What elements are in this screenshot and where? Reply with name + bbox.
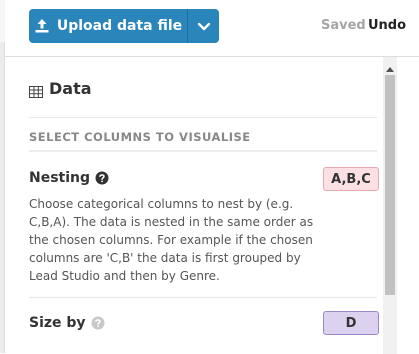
undo-button[interactable]: Undo bbox=[368, 18, 406, 33]
upload-button-group: Upload data file bbox=[29, 9, 219, 43]
size-by-label: Size by bbox=[29, 315, 105, 331]
upload-data-button[interactable]: Upload data file bbox=[29, 9, 187, 43]
vertical-scrollbar[interactable] bbox=[383, 57, 397, 354]
upload-button-label: Upload data file bbox=[56, 18, 183, 34]
nesting-description: Choose categorical columns to nest by (e… bbox=[29, 197, 314, 283]
upload-options-button[interactable] bbox=[187, 9, 219, 43]
chevron-down-icon bbox=[197, 17, 211, 36]
table-icon bbox=[29, 83, 43, 98]
data-panel: Data SELECT COLUMNS TO VISUALISE Nesting… bbox=[5, 56, 419, 354]
nesting-label: Nesting bbox=[29, 170, 109, 186]
size-by-column-chip[interactable]: D bbox=[323, 311, 379, 335]
help-icon[interactable] bbox=[95, 171, 109, 185]
help-icon[interactable] bbox=[91, 316, 105, 330]
saved-status: Saved bbox=[321, 18, 366, 33]
upload-icon bbox=[34, 18, 50, 34]
arrow-up-icon bbox=[386, 57, 394, 76]
top-toolbar: Upload data file Saved Undo bbox=[0, 0, 419, 52]
section-divider bbox=[29, 150, 377, 152]
section-title: SELECT COLUMNS TO VISUALISE bbox=[29, 130, 251, 144]
panel-title: Data bbox=[49, 79, 92, 98]
divider bbox=[29, 297, 377, 298]
nesting-label-text: Nesting bbox=[29, 170, 91, 186]
panel-heading: Data bbox=[29, 79, 92, 98]
divider bbox=[29, 117, 377, 118]
nesting-column-chip[interactable]: A,B,C bbox=[323, 167, 379, 191]
size-by-label-text: Size by bbox=[29, 315, 86, 331]
scrollbar-thumb[interactable] bbox=[385, 75, 395, 295]
scroll-up-button[interactable] bbox=[383, 59, 397, 73]
